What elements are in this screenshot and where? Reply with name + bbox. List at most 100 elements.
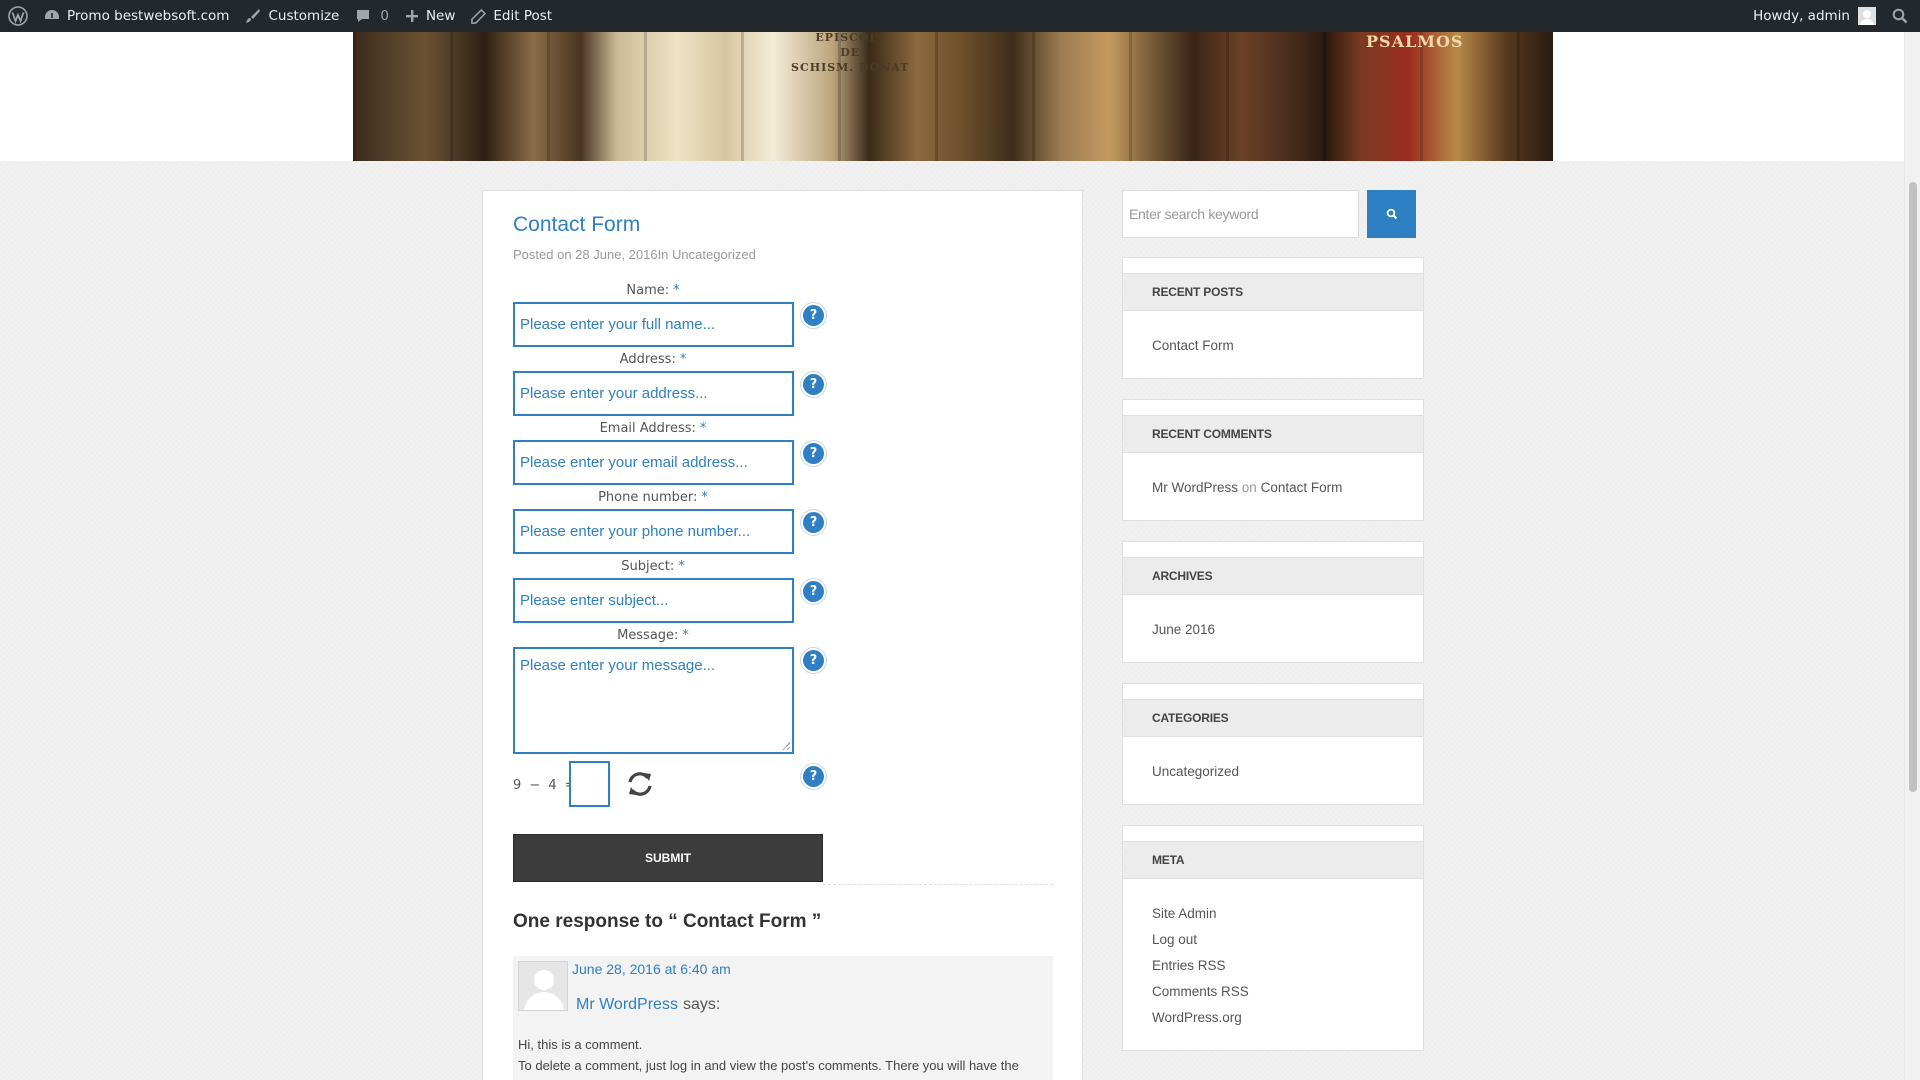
search-icon xyxy=(1892,8,1908,24)
post-date-link[interactable]: 28 June, 2016 xyxy=(575,247,657,262)
required-mark: * xyxy=(682,628,689,643)
pencil-icon xyxy=(471,8,487,24)
comment-bubble-icon xyxy=(357,10,370,22)
brush-icon xyxy=(246,9,261,23)
scrollbar-thumb[interactable] xyxy=(1909,182,1917,792)
email-placeholder: Please enter your email address... xyxy=(520,454,748,471)
post-article: Contact Form Posted on 28 June, 2016In U… xyxy=(482,190,1083,1080)
required-mark: * xyxy=(701,490,708,505)
adminbar-search-button[interactable] xyxy=(1884,0,1920,32)
admin-bar: Promo bestwebsoft.com Customize 0 New Ed… xyxy=(0,0,1920,32)
comment-text-line-2: To delete a comment, just log in and vie… xyxy=(518,1058,1019,1073)
name-placeholder: Please enter your full name... xyxy=(520,316,716,333)
subject-field[interactable]: Please enter subject... xyxy=(513,578,794,623)
comment-item: June 28, 2016 at 6:40 am Mr WordPress sa… xyxy=(513,956,1053,1080)
search-icon xyxy=(1386,208,1397,220)
phone-field[interactable]: Please enter your phone number... xyxy=(513,509,794,554)
post-category-link[interactable]: Uncategorized xyxy=(672,247,756,262)
archives-widget: ARCHIVES June 2016 xyxy=(1122,541,1424,663)
plus-icon xyxy=(405,10,418,22)
meta-widget: META Site Admin Log out Entries RSS Comm… xyxy=(1122,825,1424,1051)
comment-text-line-1: Hi, this is a comment. xyxy=(518,1037,643,1052)
recent-comment-post-link[interactable]: Contact Form xyxy=(1261,480,1343,495)
post-title[interactable]: Contact Form xyxy=(513,213,640,237)
edit-post-link[interactable]: Edit Post xyxy=(463,0,560,32)
name-field[interactable]: Please enter your full name... xyxy=(513,302,794,347)
comment-avatar xyxy=(518,961,568,1011)
book-spine-text-2: PSALMOS xyxy=(1366,32,1464,51)
comment-date-link[interactable]: June 28, 2016 at 6:40 am xyxy=(572,961,731,977)
site-name-label: Promo bestwebsoft.com xyxy=(67,8,230,24)
message-textarea[interactable]: Please enter your message... xyxy=(513,647,794,754)
refresh-captcha-icon[interactable] xyxy=(626,770,654,798)
name-label: Name: * xyxy=(626,283,680,298)
customize-link[interactable]: Customize xyxy=(237,0,347,32)
archives-list: June 2016 xyxy=(1152,622,1215,637)
search-input[interactable]: Enter search keyword xyxy=(1122,190,1359,238)
captcha-answer-input[interactable] xyxy=(569,761,610,807)
meta-comments-rss-link[interactable]: Comments RSS xyxy=(1152,984,1249,1010)
meta-list: Site Admin Log out Entries RSS Comments … xyxy=(1152,906,1249,1036)
recent-comments-widget: RECENT COMMENTS Mr WordPress on Contact … xyxy=(1122,399,1424,521)
submit-button[interactable]: SUBMIT xyxy=(513,834,823,882)
address-placeholder: Please enter your address... xyxy=(520,385,708,402)
recent-post-link[interactable]: Contact Form xyxy=(1152,338,1234,353)
comments-link[interactable]: 0 xyxy=(347,0,397,32)
subject-placeholder: Please enter subject... xyxy=(520,592,669,609)
phone-help-icon[interactable]: ? xyxy=(803,512,824,533)
book-spines-texture xyxy=(353,32,1553,161)
edit-post-label: Edit Post xyxy=(493,8,553,24)
comments-count: 0 xyxy=(380,8,389,24)
new-content-link[interactable]: New xyxy=(397,0,463,32)
search-button[interactable] xyxy=(1367,190,1416,238)
archives-title: ARCHIVES xyxy=(1123,557,1423,595)
categories-title: CATEGORIES xyxy=(1123,699,1423,737)
subject-help-icon[interactable]: ? xyxy=(803,581,824,602)
recent-comments-title: RECENT COMMENTS xyxy=(1123,415,1423,453)
dashboard-icon xyxy=(45,10,59,19)
meta-wordpress-org-link[interactable]: WordPress.org xyxy=(1152,1010,1249,1036)
message-label: Message: * xyxy=(617,628,689,643)
address-help-icon[interactable]: ? xyxy=(803,374,824,395)
meta-entries-rss-link[interactable]: Entries RSS xyxy=(1152,958,1249,984)
site-name-link[interactable]: Promo bestwebsoft.com xyxy=(36,0,237,32)
captcha-help-icon[interactable]: ? xyxy=(803,766,824,787)
subject-label: Subject: * xyxy=(621,559,685,574)
category-link[interactable]: Uncategorized xyxy=(1152,764,1239,779)
recent-posts-widget: RECENT POSTS Contact Form xyxy=(1122,257,1424,379)
new-label: New xyxy=(425,8,456,24)
resize-grip-icon[interactable] xyxy=(782,742,790,750)
meta-logout-link[interactable]: Log out xyxy=(1152,932,1249,958)
message-placeholder: Please enter your message... xyxy=(520,657,716,674)
wordpress-logo-icon[interactable] xyxy=(0,0,36,32)
meta-in: In xyxy=(657,247,673,262)
required-mark: * xyxy=(678,559,685,574)
account-menu[interactable]: Howdy, admin xyxy=(1745,0,1884,32)
post-meta: Posted on 28 June, 2016In Uncategorized xyxy=(513,247,756,262)
meta-site-admin-link[interactable]: Site Admin xyxy=(1152,906,1249,932)
required-mark: * xyxy=(679,352,687,367)
phone-label: Phone number: * xyxy=(598,490,708,505)
meta-prefix: Posted on xyxy=(513,247,576,262)
categories-list: Uncategorized xyxy=(1152,764,1239,779)
email-help-icon[interactable]: ? xyxy=(803,443,824,464)
meta-title: META xyxy=(1123,841,1423,879)
recent-comment-on: on xyxy=(1241,480,1257,495)
required-mark: * xyxy=(673,283,680,298)
recent-comment-author-link[interactable]: Mr WordPress xyxy=(1152,480,1238,495)
categories-widget: CATEGORIES Uncategorized xyxy=(1122,683,1424,805)
address-label: Address: * xyxy=(619,352,687,367)
search-placeholder: Enter search keyword xyxy=(1129,206,1259,222)
email-field[interactable]: Please enter your email address... xyxy=(513,440,794,485)
customize-label: Customize xyxy=(268,8,340,24)
address-field[interactable]: Please enter your address... xyxy=(513,371,794,416)
phone-placeholder: Please enter your phone number... xyxy=(520,523,751,540)
comments-title: One response to “ Contact Form ” xyxy=(513,911,822,932)
archive-link[interactable]: June 2016 xyxy=(1152,622,1215,637)
recent-posts-title: RECENT POSTS xyxy=(1123,273,1423,311)
comment-author-link[interactable]: Mr WordPress xyxy=(576,996,678,1014)
message-help-icon[interactable]: ? xyxy=(803,650,824,671)
divider xyxy=(823,884,1053,885)
name-help-icon[interactable]: ? xyxy=(803,305,824,326)
page-scrollbar[interactable] xyxy=(1904,32,1920,1080)
